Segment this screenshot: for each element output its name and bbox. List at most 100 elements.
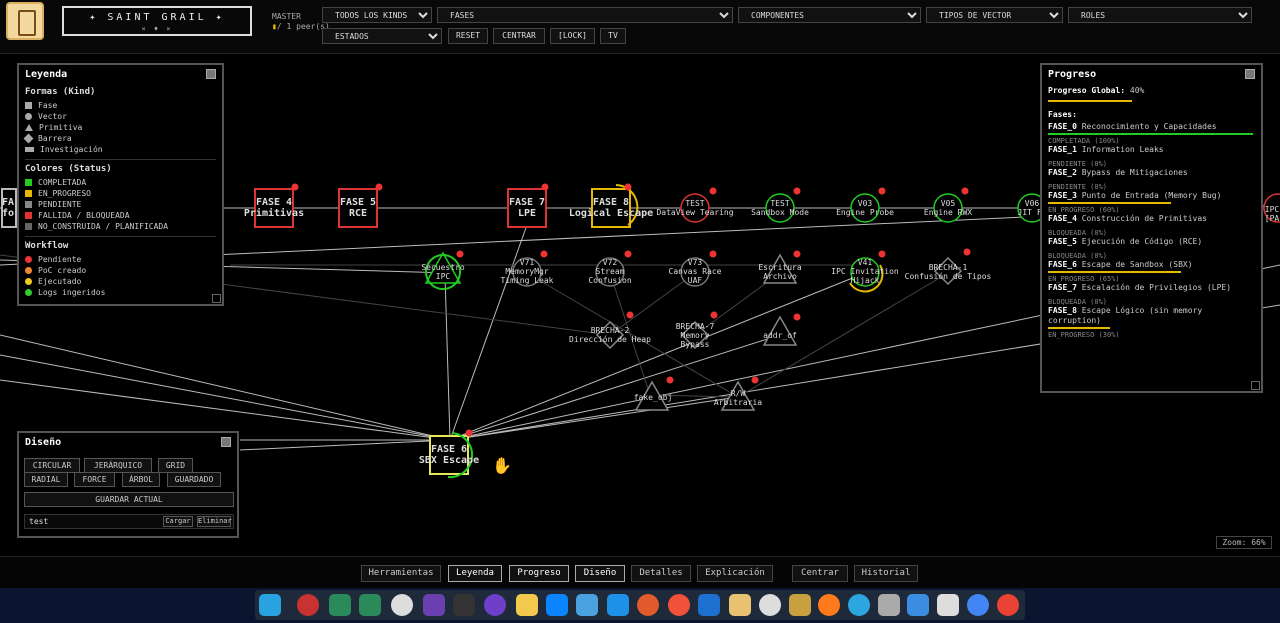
app-icon[interactable] [297, 594, 319, 616]
progress-close-button[interactable] [1245, 69, 1255, 79]
tab-explicacion[interactable]: Explicación [697, 565, 773, 582]
firefox-icon[interactable] [818, 594, 840, 616]
layout-grid-button[interactable]: GRID [158, 458, 193, 473]
app-icon[interactable] [423, 594, 445, 616]
layout-radial-button[interactable]: RADIAL [24, 472, 68, 487]
layout-force-button[interactable]: FORCE [74, 472, 115, 487]
phase-progress-row[interactable]: FASE_2 Bypass de Mitigaciones [1042, 168, 1261, 178]
telegram-icon[interactable] [848, 594, 870, 616]
folder-icon[interactable] [907, 594, 929, 616]
phase-label-7[interactable]: FASE 7 LPE [509, 197, 545, 219]
edge [0, 334, 451, 441]
swift-icon[interactable] [668, 594, 690, 616]
vector-label[interactable]: V41 IPC Invitation Hijack [829, 258, 901, 285]
barrier-label[interactable]: BRECHA-2 Dirección de Heap [569, 326, 651, 344]
legend-close-button[interactable] [206, 69, 216, 79]
github-icon[interactable] [484, 594, 506, 616]
phase-progress-row[interactable]: FASE_7 Escalación de Privilegios (LPE) [1042, 283, 1261, 293]
phase-label-5[interactable]: FASE 5 RCE [340, 197, 376, 219]
phase-label-6[interactable]: FASE 6 SBX Escape [419, 444, 479, 466]
primitive-label[interactable]: R/W Arbitraria [714, 389, 762, 407]
phase-progress-row[interactable]: FASE_8 Escape Lógico (sin memory corrupt… [1042, 306, 1261, 326]
delete-layout-button[interactable]: Eliminar [197, 516, 232, 527]
phase-label-4[interactable]: FASE 4 Primitivas [244, 197, 304, 219]
edge [444, 274, 451, 441]
phase-progress-row[interactable]: FASE_0 Reconocimiento y Capacidades [1042, 122, 1261, 132]
resize-handle[interactable] [1251, 381, 1260, 390]
vector-label-cut[interactable]: IPC [PA [1265, 205, 1279, 223]
phase-progress-row[interactable]: FASE_1 Information Leaks [1042, 145, 1261, 155]
reset-button[interactable]: RESET [448, 28, 488, 44]
os-dock [0, 588, 1280, 623]
estados-select[interactable]: ESTADOS [322, 28, 442, 44]
app-icon[interactable] [759, 594, 781, 616]
tab-centrar[interactable]: Centrar [792, 565, 848, 582]
primitive-label[interactable]: Secuestro IPC [421, 263, 464, 281]
vector-label[interactable]: TEST DataView Tearing [656, 199, 733, 217]
chromium-icon[interactable] [967, 594, 989, 616]
centrar-button[interactable]: CENTRAR [493, 28, 545, 44]
vector-label[interactable]: V03 Engine Probe [836, 199, 894, 217]
primitive-label[interactable]: Escritura Archivo [758, 263, 801, 281]
layout-tree-button[interactable]: ÁRBOL [122, 472, 160, 487]
app-icon[interactable] [329, 594, 351, 616]
layout-circular-button[interactable]: CIRCULAR [24, 458, 80, 473]
tab-historial[interactable]: Historial [854, 565, 918, 582]
saved-layout-name[interactable]: test [29, 517, 48, 526]
load-layout-button[interactable]: Cargar [163, 516, 193, 527]
app-icon[interactable] [637, 594, 659, 616]
phase-status: BLOQUEADA (0%) [1048, 298, 1108, 306]
fases-title: Fases: [1048, 110, 1077, 119]
phase-progress-row[interactable]: FASE_3 Punto de Entrada (Memory Bug) [1042, 191, 1261, 201]
phase-label-8[interactable]: FASE 8 Logical Escape [569, 197, 653, 219]
layout-saved-button[interactable]: GUARDADO [167, 472, 221, 487]
fases-select[interactable]: FASES [437, 7, 733, 23]
layout-hierarchical-button[interactable]: JERÁRQUICO [84, 458, 152, 473]
vector-label[interactable]: V72 Stream Confusion [585, 258, 635, 285]
barrier-label[interactable]: BRECHA-7 Memory Bypass [670, 322, 720, 349]
tab-leyenda[interactable]: Leyenda [448, 565, 502, 582]
app-icon[interactable] [391, 594, 413, 616]
roles-select[interactable]: ROLES [1068, 7, 1252, 23]
design-panel: Diseño CIRCULAR JERÁRQUICO GRID RADIAL F… [17, 431, 239, 538]
primitive-label[interactable]: fake_obj [634, 393, 673, 402]
chrome-icon[interactable] [997, 594, 1019, 616]
notes-icon[interactable] [516, 594, 538, 616]
app-icon[interactable] [729, 594, 751, 616]
tv-button[interactable]: TV [600, 28, 626, 44]
phase-progress-row[interactable]: FASE_4 Construcción de Primitivas [1042, 214, 1261, 224]
design-close-button[interactable] [221, 437, 231, 447]
save-layout-button[interactable]: GUARDAR ACTUAL [24, 492, 234, 507]
kinds-select[interactable]: TODOS LOS KINDS [322, 7, 432, 23]
tab-detalles[interactable]: Detalles [631, 565, 691, 582]
triangle-icon [25, 124, 33, 131]
app-icon[interactable] [878, 594, 900, 616]
docker-icon[interactable] [607, 594, 629, 616]
phase-progress-row[interactable]: FASE_6 Escape de Sandbox (SBX) [1042, 260, 1261, 270]
barrier-label[interactable]: BRECHA-1 Confusión de Tipos [905, 263, 992, 281]
app-icon[interactable] [789, 594, 811, 616]
lock-button[interactable]: [LOCK] [550, 28, 595, 44]
vscode-icon[interactable] [546, 594, 568, 616]
clipboard-icon[interactable] [937, 594, 959, 616]
files-app-icon[interactable] [259, 594, 281, 616]
vector-label[interactable]: V73 Canvas Race UAF [665, 258, 725, 285]
terminal-icon[interactable] [453, 594, 475, 616]
phase-label-cut[interactable]: FA fo [2, 197, 14, 219]
resize-handle[interactable] [212, 294, 221, 303]
vector-label[interactable]: V71 MemoryMgr Timing Leak [495, 258, 559, 285]
primitive-label[interactable]: addr_of [763, 331, 797, 340]
tab-progreso[interactable]: Progreso [509, 565, 569, 582]
legend-status: EN_PROGRESO [25, 188, 216, 199]
vector-label[interactable]: V05 Engine RWX [924, 199, 972, 217]
phase-progress-row[interactable]: FASE_5 Ejecución de Código (RCE) [1042, 237, 1261, 247]
tab-herramientas[interactable]: Herramientas [361, 565, 441, 582]
tipos-vector-select[interactable]: TIPOS DE VECTOR [926, 7, 1063, 23]
app-icon[interactable] [698, 594, 720, 616]
vector-label[interactable]: TEST Sandbox Mode [751, 199, 809, 217]
app-icon[interactable] [359, 594, 381, 616]
app-icon[interactable] [576, 594, 598, 616]
rectangle-icon [25, 147, 34, 152]
componentes-select[interactable]: COMPONENTES [738, 7, 921, 23]
tab-diseno[interactable]: Diseño [575, 565, 625, 582]
